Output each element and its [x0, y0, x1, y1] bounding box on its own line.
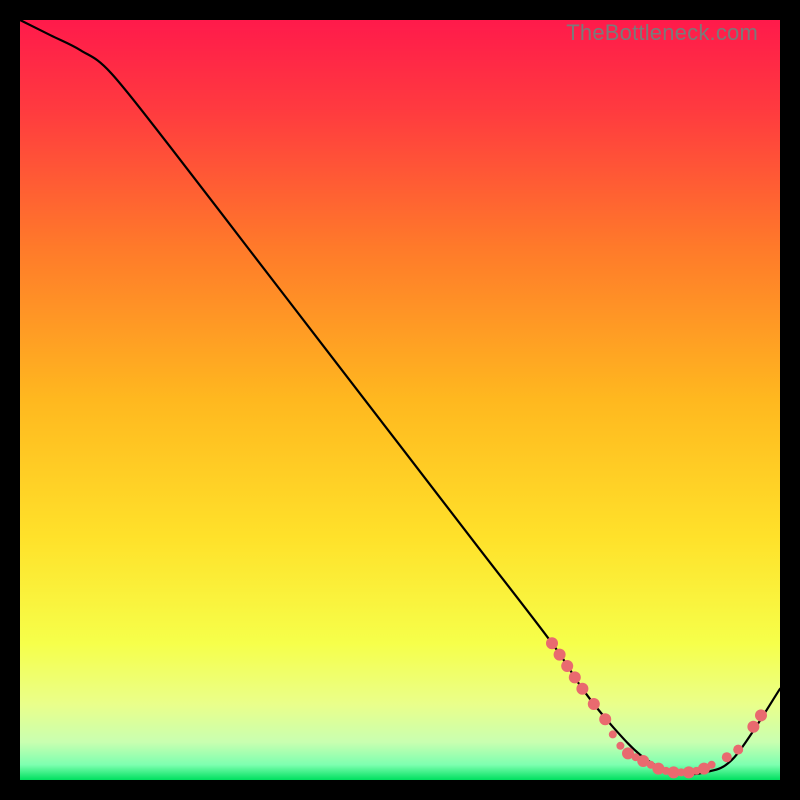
gradient-bg: [20, 20, 780, 780]
watermark-text: TheBottleneck.com: [566, 20, 758, 46]
data-point: [708, 761, 716, 769]
data-point: [616, 742, 624, 750]
data-point: [569, 671, 581, 683]
data-point: [755, 709, 767, 721]
chart-svg: [20, 20, 780, 780]
data-point: [599, 713, 611, 725]
data-point: [609, 730, 617, 738]
data-point: [733, 745, 743, 755]
data-point: [546, 637, 558, 649]
data-point: [747, 721, 759, 733]
data-point: [588, 698, 600, 710]
data-point: [722, 752, 732, 762]
data-point: [554, 649, 566, 661]
chart-frame: TheBottleneck.com: [20, 20, 780, 780]
data-point: [561, 660, 573, 672]
data-point: [576, 683, 588, 695]
